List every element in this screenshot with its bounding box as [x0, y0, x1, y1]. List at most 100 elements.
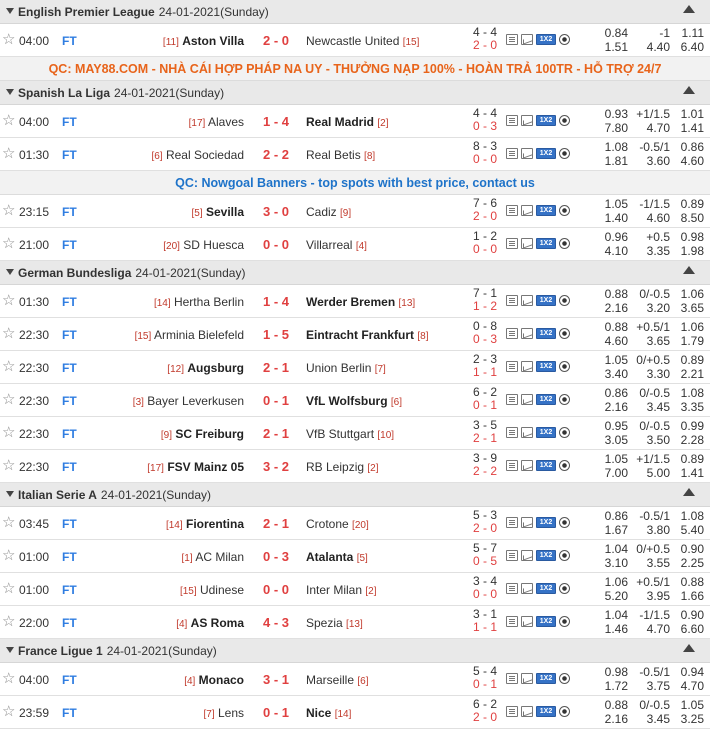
favorite-star-icon[interactable]: ☆ [2, 113, 15, 128]
away-team[interactable]: Nice [14] [306, 706, 351, 720]
vs-icon[interactable]: 1X2 [536, 550, 556, 561]
match-row[interactable]: ☆ 21:00 FT [20] SD Huesca 0 - 0 Villarreal [4… [0, 228, 710, 261]
match-row[interactable]: ☆ 04:00 FT [4] Monaco 3 - 1 Marseille [6] 5 - … [0, 663, 710, 696]
chart-icon[interactable] [521, 238, 533, 249]
odds-column[interactable]: 0.90 2.25 [672, 542, 704, 570]
league-header[interactable]: Italian Serie A 24-01-2021(Sunday) [0, 483, 710, 507]
league-header[interactable]: English Premier League 24-01-2021(Sunday) [0, 0, 710, 24]
ball-icon[interactable] [559, 115, 570, 126]
favorite-star-icon[interactable]: ☆ [2, 293, 15, 308]
odds-column[interactable]: -1/1.5 4.60 [634, 197, 670, 225]
favorite-star-icon[interactable]: ☆ [2, 236, 15, 251]
odds-column[interactable]: 1.01 1.41 [672, 107, 704, 135]
odds-column[interactable]: 0.84 1.51 [596, 26, 628, 54]
ball-icon[interactable] [559, 616, 570, 627]
match-score[interactable]: 2 - 1 [262, 426, 290, 441]
home-team[interactable]: [17] FSV Mainz 05 [147, 460, 244, 474]
chart-icon[interactable] [521, 583, 533, 594]
odds-column[interactable]: 0/-0.5 3.50 [634, 419, 670, 447]
vs-icon[interactable]: 1X2 [536, 115, 556, 126]
home-team-name[interactable]: Arminia Bielefeld [154, 328, 244, 342]
document-icon[interactable] [506, 205, 518, 216]
away-team[interactable]: Spezia [13] [306, 616, 363, 630]
home-team[interactable]: [9] SC Freiburg [161, 427, 244, 441]
match-score[interactable]: 0 - 3 [262, 549, 290, 564]
odds-column[interactable]: 1.05 7.00 [596, 452, 628, 480]
odds-column[interactable]: 0.86 2.16 [596, 386, 628, 414]
match-score[interactable]: 1 - 4 [262, 294, 290, 309]
away-team[interactable]: Werder Bremen [13] [306, 295, 415, 309]
vs-icon[interactable]: 1X2 [536, 394, 556, 405]
ball-icon[interactable] [559, 295, 570, 306]
away-team-name[interactable]: Marseille [306, 673, 354, 687]
away-team-name[interactable]: Real Madrid [306, 115, 374, 129]
match-row[interactable]: ☆ 22:30 FT [12] Augsburg 2 - 1 Union Berlin [… [0, 351, 710, 384]
vs-icon[interactable]: 1X2 [536, 148, 556, 159]
favorite-star-icon[interactable]: ☆ [2, 515, 15, 530]
home-team-name[interactable]: Monaco [199, 673, 244, 687]
home-team-name[interactable]: SC Freiburg [175, 427, 244, 441]
document-icon[interactable] [506, 394, 518, 405]
odds-column[interactable]: 0.88 2.16 [596, 287, 628, 315]
vs-icon[interactable]: 1X2 [536, 460, 556, 471]
odds-column[interactable]: 0.98 1.72 [596, 665, 628, 693]
home-team-name[interactable]: Bayer Leverkusen [147, 394, 244, 408]
document-icon[interactable] [506, 328, 518, 339]
away-team[interactable]: RB Leipzig [2] [306, 460, 379, 474]
vs-icon[interactable]: 1X2 [536, 517, 556, 528]
ball-icon[interactable] [559, 706, 570, 717]
away-team-name[interactable]: Real Betis [306, 148, 361, 162]
ad-banner[interactable]: QC: Nowgoal Banners - top spots with bes… [0, 171, 710, 195]
match-score[interactable]: 4 - 3 [262, 615, 290, 630]
vs-icon[interactable]: 1X2 [536, 238, 556, 249]
chart-icon[interactable] [521, 34, 533, 45]
away-team-name[interactable]: Union Berlin [306, 361, 371, 375]
ball-icon[interactable] [559, 460, 570, 471]
match-score[interactable]: 2 - 1 [262, 516, 290, 531]
favorite-star-icon[interactable]: ☆ [2, 392, 15, 407]
home-team-name[interactable]: Hertha Berlin [174, 295, 244, 309]
away-team[interactable]: Marseille [6] [306, 673, 368, 687]
collapse-arrow-icon[interactable] [6, 491, 14, 497]
ball-icon[interactable] [559, 673, 570, 684]
odds-column[interactable]: 1.04 1.46 [596, 608, 628, 636]
match-row[interactable]: ☆ 01:30 FT [6] Real Sociedad 2 - 2 Real Betis… [0, 138, 710, 171]
away-team-name[interactable]: Inter Milan [306, 583, 362, 597]
match-score[interactable]: 2 - 2 [262, 147, 290, 162]
league-name[interactable]: Spanish La Liga [18, 86, 110, 100]
home-team-name[interactable]: Fiorentina [186, 517, 244, 531]
odds-column[interactable]: 0.89 1.41 [672, 452, 704, 480]
favorite-star-icon[interactable]: ☆ [2, 581, 15, 596]
favorite-star-icon[interactable]: ☆ [2, 425, 15, 440]
away-team[interactable]: VfL Wolfsburg [6] [306, 394, 402, 408]
odds-column[interactable]: 1.06 1.79 [672, 320, 704, 348]
odds-column[interactable]: -1 4.40 [634, 26, 670, 54]
odds-column[interactable]: 1.06 5.20 [596, 575, 628, 603]
vs-icon[interactable]: 1X2 [536, 328, 556, 339]
ball-icon[interactable] [559, 205, 570, 216]
favorite-star-icon[interactable]: ☆ [2, 458, 15, 473]
match-row[interactable]: ☆ 22:00 FT [4] AS Roma 4 - 3 Spezia [13] 3 - 1… [0, 606, 710, 639]
home-team[interactable]: [5] Sevilla [192, 205, 245, 219]
home-team-name[interactable]: Sevilla [206, 205, 244, 219]
home-team-name[interactable]: Real Sociedad [166, 148, 244, 162]
odds-column[interactable]: 0/+0.5 3.55 [634, 542, 670, 570]
home-team-name[interactable]: Udinese [200, 583, 244, 597]
match-score[interactable]: 3 - 1 [262, 672, 290, 687]
odds-column[interactable]: 1.05 3.25 [672, 698, 704, 726]
ball-icon[interactable] [559, 328, 570, 339]
chart-icon[interactable] [521, 550, 533, 561]
toggle-up-icon[interactable] [683, 266, 695, 274]
odds-column[interactable]: -0.5/1 3.75 [634, 665, 670, 693]
league-header[interactable]: Spanish La Liga 24-01-2021(Sunday) [0, 81, 710, 105]
document-icon[interactable] [506, 148, 518, 159]
ball-icon[interactable] [559, 34, 570, 45]
odds-column[interactable]: 0.95 3.05 [596, 419, 628, 447]
ball-icon[interactable] [559, 238, 570, 249]
vs-icon[interactable]: 1X2 [536, 361, 556, 372]
chart-icon[interactable] [521, 205, 533, 216]
match-row[interactable]: ☆ 22:30 FT [17] FSV Mainz 05 3 - 2 RB Leipzig… [0, 450, 710, 483]
odds-column[interactable]: 0.90 6.60 [672, 608, 704, 636]
match-row[interactable]: ☆ 23:59 FT [7] Lens 0 - 1 Nice [14] 6 - 22 - 0… [0, 696, 710, 729]
home-team[interactable]: [6] Real Sociedad [151, 148, 244, 162]
